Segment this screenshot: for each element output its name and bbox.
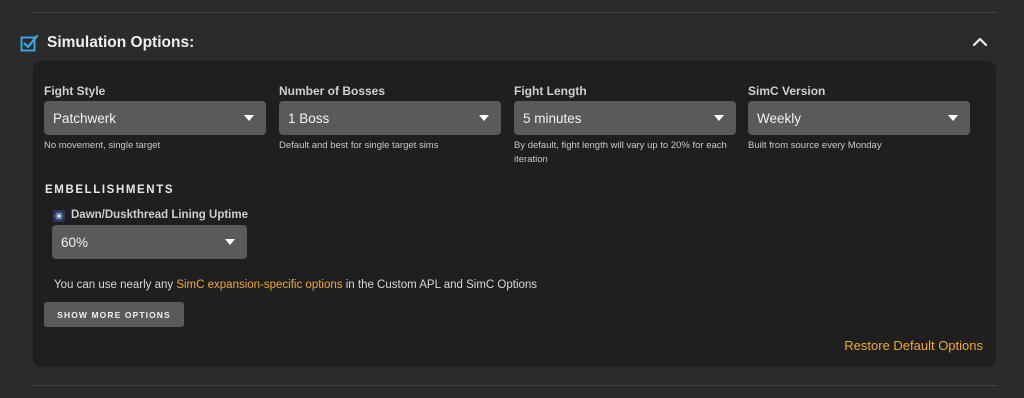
thread-item-icon: [53, 209, 65, 222]
simc-version-helper: Built from source every Monday: [748, 140, 882, 151]
fight-style-value: Patchwerk: [53, 110, 117, 126]
fight-length-select[interactable]: 5 minutes: [514, 101, 736, 135]
dawn-duskthread-select[interactable]: 60%: [52, 225, 247, 259]
caret-down-icon: [948, 115, 958, 121]
number-of-bosses-value: 1 Boss: [288, 110, 330, 126]
caret-down-icon: [714, 115, 724, 121]
number-of-bosses-field: Number of Bosses 1 Boss Default and best…: [279, 84, 501, 153]
dawn-duskthread-value: 60%: [61, 234, 89, 250]
section-title: Simulation Options:: [47, 34, 195, 51]
show-more-options-button[interactable]: SHOW MORE OPTIONS: [44, 302, 184, 327]
simc-version-field: SimC Version Weekly Built from source ev…: [748, 84, 970, 153]
fight-style-label: Fight Style: [44, 84, 106, 98]
fight-length-field: Fight Length 5 minutes By default, fight…: [514, 84, 736, 167]
info-prefix: You can use nearly any: [54, 279, 177, 291]
fight-length-label: Fight Length: [514, 84, 587, 98]
collapse-button[interactable]: [969, 32, 991, 52]
dawn-duskthread-field: 60%: [52, 225, 247, 259]
top-divider: [33, 12, 996, 13]
fight-length-value: 5 minutes: [523, 110, 582, 126]
embellishments-heading: EMBELLISHMENTS: [45, 184, 175, 196]
chevron-up-icon: [972, 37, 988, 47]
fight-style-field: Fight Style Patchwerk No movement, singl…: [44, 84, 266, 153]
simc-version-select[interactable]: Weekly: [748, 101, 970, 135]
caret-down-icon: [244, 115, 254, 121]
number-of-bosses-label: Number of Bosses: [279, 84, 386, 98]
info-text: You can use nearly any SimC expansion-sp…: [54, 279, 537, 291]
simc-version-value: Weekly: [757, 110, 802, 126]
number-of-bosses-helper: Default and best for single target sims: [279, 140, 439, 151]
fight-style-select[interactable]: Patchwerk: [44, 101, 266, 135]
restore-default-options-link[interactable]: Restore Default Options: [844, 338, 983, 353]
info-suffix: in the Custom APL and SimC Options: [342, 279, 538, 291]
checkbox-checked-icon[interactable]: [20, 34, 39, 53]
simc-options-link[interactable]: SimC expansion-specific options: [176, 279, 342, 291]
simulation-options-panel: Fight Style Patchwerk No movement, singl…: [33, 61, 996, 367]
caret-down-icon: [225, 239, 235, 245]
fight-length-helper: By default, fight length will vary up to…: [514, 140, 727, 165]
fight-style-helper: No movement, single target: [44, 140, 161, 151]
bottom-divider: [33, 385, 996, 386]
caret-down-icon: [479, 115, 489, 121]
embellishment-label-row: Dawn/Duskthread Lining Uptime: [53, 209, 248, 222]
dawn-duskthread-label: Dawn/Duskthread Lining Uptime: [71, 209, 248, 221]
number-of-bosses-select[interactable]: 1 Boss: [279, 101, 501, 135]
section-header: Simulation Options:: [20, 31, 194, 55]
simc-version-label: SimC Version: [748, 84, 826, 98]
